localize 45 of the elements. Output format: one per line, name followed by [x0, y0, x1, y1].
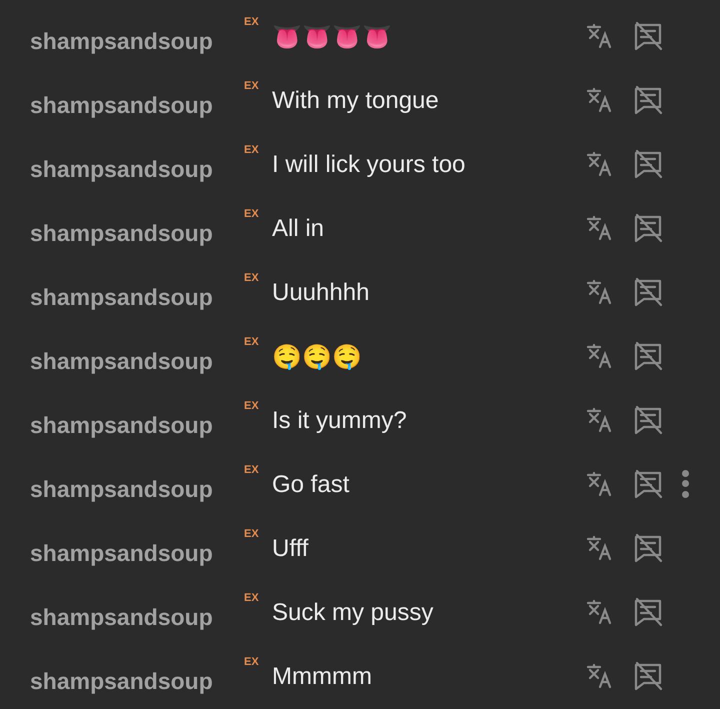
message-text: Uuuhhhh: [272, 278, 370, 307]
username[interactable]: shampsandsoup: [30, 594, 244, 630]
hide-message-icon[interactable]: [632, 596, 664, 628]
message-text: Mmmmm: [272, 662, 373, 691]
message-text: 👅👅👅👅: [272, 22, 393, 52]
badge-label: EX: [244, 528, 260, 540]
badge-label: EX: [244, 208, 260, 220]
badge-label: EX: [244, 464, 260, 476]
badge-label: EX: [244, 336, 260, 348]
badge-label: EX: [244, 144, 260, 156]
username[interactable]: shampsandsoup: [30, 530, 244, 566]
badge-label: EX: [244, 16, 260, 28]
hide-message-icon[interactable]: [632, 84, 664, 116]
username[interactable]: shampsandsoup: [30, 146, 244, 182]
badge-label: EX: [244, 272, 260, 284]
more-icon[interactable]: [680, 468, 690, 500]
username[interactable]: shampsandsoup: [30, 274, 244, 310]
username[interactable]: shampsandsoup: [30, 466, 244, 502]
hide-message-icon[interactable]: [632, 148, 664, 180]
hide-message-icon[interactable]: [632, 660, 664, 692]
username[interactable]: shampsandsoup: [30, 18, 244, 54]
badge-label: EX: [244, 656, 260, 668]
username[interactable]: shampsandsoup: [30, 338, 244, 374]
username[interactable]: shampsandsoup: [30, 658, 244, 694]
message-text: Is it yummy?: [272, 406, 408, 435]
username[interactable]: shampsandsoup: [30, 210, 244, 246]
hide-message-icon[interactable]: [632, 20, 664, 52]
message-text: Suck my pussy: [272, 598, 434, 627]
hide-message-icon[interactable]: [632, 532, 664, 564]
hide-message-icon[interactable]: [632, 212, 664, 244]
badge-label: EX: [244, 400, 260, 412]
hide-message-icon[interactable]: [632, 468, 664, 500]
badge-label: EX: [244, 592, 260, 604]
message-text: I will lick yours too: [272, 150, 466, 179]
message-text: With my tongue: [272, 86, 440, 115]
message-text: Go fast: [272, 470, 350, 499]
hide-message-icon[interactable]: [632, 276, 664, 308]
badge-label: EX: [244, 80, 260, 92]
message-text: 🤤🤤🤤: [272, 342, 363, 372]
hide-message-icon[interactable]: [632, 340, 664, 372]
message-text: All in: [272, 214, 326, 243]
username[interactable]: shampsandsoup: [30, 82, 244, 118]
hide-message-icon[interactable]: [632, 404, 664, 436]
username[interactable]: shampsandsoup: [30, 402, 244, 438]
message-text: Ufff: [272, 534, 310, 563]
